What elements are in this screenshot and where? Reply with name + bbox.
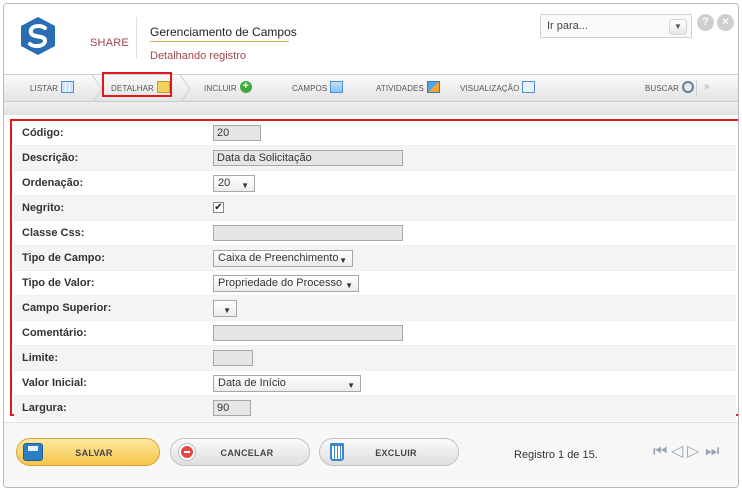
form-row-ordenacao: Ordenação: 20 ▼ (14, 171, 736, 196)
field-label: Limite: (22, 352, 59, 364)
tipo-valor-select-value: Propriedade do Processo (218, 277, 343, 289)
field-label: Largura: (22, 402, 67, 414)
form-row-limite: Limite: (14, 346, 736, 371)
form-row-descricao: Descrição: Data da Solicitação (14, 146, 736, 171)
tipo-campo-select-value: Caixa de Preenchimento (218, 252, 339, 264)
last-record-icon[interactable]: ⏭ (705, 444, 719, 460)
header-divider (136, 17, 137, 59)
next-record-icon[interactable]: ▷ (687, 444, 699, 460)
toolbar-visualizacao-label: VISUALIZAÇÃO (460, 84, 520, 94)
toolbar-incluir-label: INCLUIR (204, 84, 237, 94)
field-label: Tipo de Valor: (22, 277, 95, 289)
tab-separator (179, 75, 191, 103)
toolbar-listar[interactable]: LISTAR (30, 81, 75, 95)
descricao-field[interactable]: Data da Solicitação (213, 150, 403, 166)
cancel-button[interactable]: CANCELAR (170, 438, 310, 466)
classe-css-field[interactable] (213, 225, 403, 241)
form-row-largura: Largura: 90 (14, 396, 736, 421)
page-subtitle: Detalhando registro (150, 50, 247, 62)
save-button-label: SALVAR (75, 448, 113, 458)
field-label: Tipo de Campo: (22, 252, 105, 264)
title-underline (150, 41, 289, 42)
ordenacao-select[interactable]: 20 ▼ (213, 175, 255, 192)
list-icon (61, 81, 75, 93)
tipo-campo-select[interactable]: Caixa de Preenchimento ▼ (213, 250, 353, 267)
share-logo-icon (21, 17, 55, 55)
delete-button[interactable]: EXCLUIR (319, 438, 459, 466)
field-label: Ordenação: (22, 177, 84, 189)
toolbar-atividades[interactable]: ATIVIDADES (376, 81, 440, 95)
chevron-down-icon: ▼ (347, 381, 355, 390)
toolbar-buscar-label: BUSCAR (645, 84, 679, 94)
record-counter: Registro 1 de 15. (514, 449, 598, 461)
ordenacao-select-value: 20 (218, 177, 231, 189)
detail-icon (156, 81, 170, 93)
field-label: Código: (22, 127, 64, 139)
campo-superior-select[interactable]: ▼ (213, 300, 237, 317)
chevron-down-icon[interactable]: ▼ (669, 19, 687, 35)
field-label: Classe Css: (22, 227, 85, 239)
header: SHARE Gerenciamento de Campos Detalhando… (4, 4, 738, 70)
page-title: Gerenciamento de Campos (150, 25, 297, 39)
form-row-comentario: Comentário: (14, 321, 736, 346)
fields-icon (330, 81, 344, 93)
chevron-down-icon: ▼ (223, 306, 231, 315)
chevron-down-icon: ▼ (241, 181, 249, 190)
goto-select-value: Ir para... (547, 20, 588, 32)
toolbar-strip (4, 102, 738, 115)
toolbar: LISTAR DETALHAR INCLUIR + CAMPOS ATIVIDAD… (4, 74, 738, 103)
tipo-valor-select[interactable]: Propriedade do Processo ▼ (213, 275, 359, 292)
delete-button-label: EXCLUIR (375, 448, 417, 458)
chevron-down-icon: ▼ (345, 281, 353, 290)
form-row-valor-inicial: Valor Inicial: Data de Início ▼ (14, 371, 736, 396)
brand-name: SHARE (90, 37, 129, 49)
toolbar-buscar[interactable]: BUSCAR (645, 81, 694, 95)
comentario-field[interactable] (213, 325, 403, 341)
form-row-campo-superior: Campo Superior: ▼ (14, 296, 736, 321)
detail-form: Código: 20 Descrição: Data da Solicitaçã… (10, 119, 738, 421)
goto-select[interactable]: Ir para... ▼ (540, 14, 692, 38)
expand-chevron-icon[interactable]: » (704, 81, 710, 92)
toolbar-detalhar[interactable]: DETALHAR (111, 81, 170, 95)
view-icon (522, 81, 536, 93)
cancel-button-label: CANCELAR (220, 448, 274, 458)
form-row-negrito: Negrito: ✔ (14, 196, 736, 221)
toolbar-divider (696, 80, 697, 96)
search-icon (681, 81, 694, 93)
field-label: Campo Superior: (22, 302, 112, 314)
valor-inicial-select-value: Data de Início (218, 377, 286, 389)
form-row-classe-css: Classe Css: (14, 221, 736, 246)
footer: SALVAR CANCELAR EXCLUIR Registro 1 de 15… (4, 422, 738, 487)
codigo-field[interactable]: 20 (213, 125, 261, 141)
field-label: Negrito: (22, 202, 65, 214)
previous-record-icon[interactable]: ◁ (671, 444, 683, 460)
toolbar-atividades-label: ATIVIDADES (376, 84, 424, 94)
app-window: SHARE Gerenciamento de Campos Detalhando… (3, 3, 739, 488)
toolbar-visualizacao[interactable]: VISUALIZAÇÃO (460, 81, 536, 95)
field-label: Descrição: (22, 152, 79, 164)
form-row-tipo-valor: Tipo de Valor: Propriedade do Processo ▼ (14, 271, 736, 296)
activities-icon (426, 81, 440, 93)
form-row-codigo: Código: 20 (14, 121, 736, 146)
form-row-tipo-campo: Tipo de Campo: Caixa de Preenchimento ▼ (14, 246, 736, 271)
valor-inicial-select[interactable]: Data de Início ▼ (213, 375, 361, 392)
toolbar-campos-label: CAMPOS (292, 84, 328, 94)
toolbar-campos[interactable]: CAMPOS (292, 81, 344, 95)
limite-field[interactable] (213, 350, 253, 366)
close-icon[interactable]: × (717, 14, 734, 31)
tab-separator (91, 75, 103, 103)
toolbar-detalhar-label: DETALHAR (111, 84, 154, 94)
chevron-down-icon: ▼ (339, 256, 347, 265)
add-icon: + (239, 81, 252, 93)
toolbar-incluir[interactable]: INCLUIR + (204, 81, 252, 95)
field-label: Valor Inicial: (22, 377, 87, 389)
largura-field[interactable]: 90 (213, 400, 251, 416)
save-button[interactable]: SALVAR (16, 438, 160, 466)
help-icon[interactable]: ? (697, 14, 714, 31)
first-record-icon[interactable]: ⏮ (653, 444, 667, 460)
toolbar-listar-label: LISTAR (30, 84, 59, 94)
field-label: Comentário: (22, 327, 87, 339)
negrito-checkbox[interactable]: ✔ (213, 202, 224, 213)
